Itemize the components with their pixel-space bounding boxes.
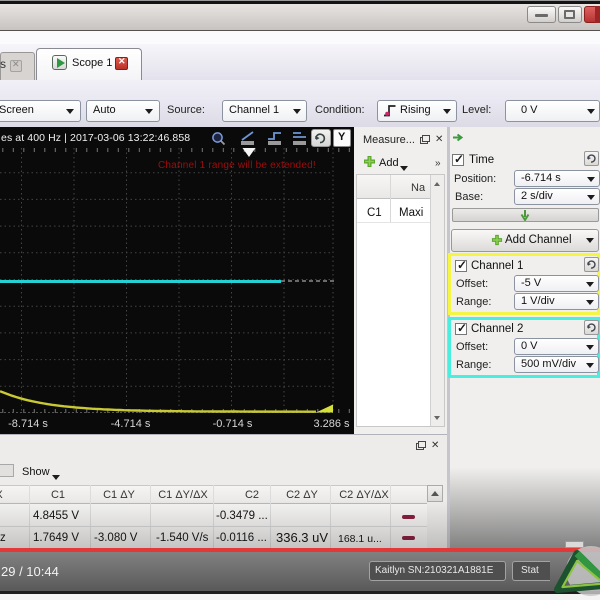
svg-text:-8.714 s: -8.714 s — [8, 418, 48, 430]
svg-text:3.286 s: 3.286 s — [313, 418, 350, 430]
svg-text:-0.714 s: -0.714 s — [213, 418, 253, 430]
svg-text:-4.714 s: -4.714 s — [111, 418, 151, 430]
